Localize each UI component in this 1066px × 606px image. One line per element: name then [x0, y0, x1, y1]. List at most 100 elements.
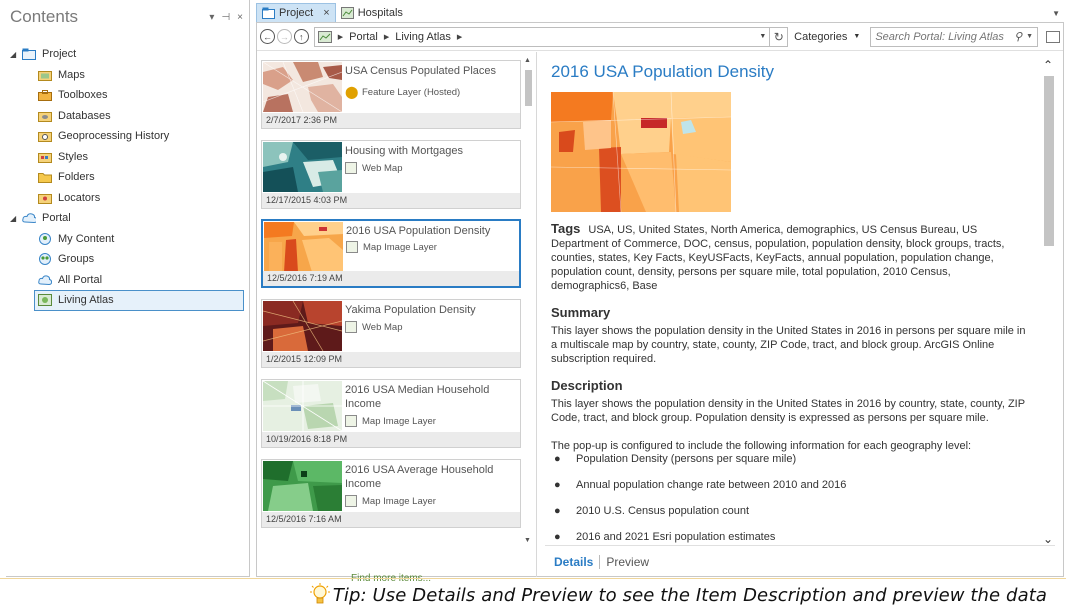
close-tab-icon[interactable]: × — [323, 7, 329, 19]
tree-item-label: Locators — [58, 191, 101, 204]
gallery-item[interactable]: Yakima Population Density Web Map 1/2/20… — [261, 299, 521, 368]
item-type: ⬤ Feature Layer (Hosted) — [345, 86, 460, 98]
list-item: ● 2016 and 2021 Esri population estimates — [554, 531, 776, 543]
scroll-up-icon[interactable]: ▲ — [524, 57, 531, 64]
project-folder-icon — [22, 48, 36, 61]
tree-item-label: Groups — [58, 253, 95, 266]
item-thumbnail — [264, 222, 343, 272]
tree-item-living-atlas[interactable]: Living Atlas — [34, 290, 244, 311]
item-type: Map Image Layer — [346, 241, 437, 253]
gallery-item[interactable]: Housing with Mortgages Web Map 12/17/201… — [261, 140, 521, 209]
groups-icon — [38, 253, 52, 266]
gallery-item-selected[interactable]: 2016 USA Population Density Map Image La… — [261, 219, 521, 288]
items-gallery: USA Census Populated Places ⬤ Feature La… — [257, 52, 537, 584]
tree-item-label: Styles — [58, 150, 88, 163]
tree-item-label: Project — [42, 48, 77, 61]
tip-bar: Tip: Use Details and Preview to see the … — [0, 578, 1066, 606]
tabs-overflow-icon[interactable]: ▼ — [1052, 9, 1060, 22]
search-icon[interactable]: ⚲ — [1014, 30, 1022, 43]
details-pane-toggle-icon[interactable] — [1046, 30, 1061, 43]
pane-menu-icon[interactable]: ▾ — [209, 12, 214, 23]
details-tabs: Details Preview — [545, 545, 1055, 577]
up-button[interactable]: ↑ — [293, 29, 309, 44]
list-item: ● Population Density (persons per square … — [554, 453, 797, 465]
item-title: 2016 USA Median Household Income — [345, 384, 490, 410]
location-bar[interactable]: ▶ Portal ▶ Living Atlas ▶ ▼ — [313, 26, 771, 47]
expand-caret-icon[interactable]: ◢ — [10, 214, 22, 223]
item-date: 12/17/2015 4:03 PM — [262, 193, 520, 208]
web-map-icon — [345, 321, 357, 333]
scroll-up-icon[interactable]: ⌃ — [1043, 58, 1053, 72]
item-title: 2016 USA Average Household Income — [345, 464, 494, 490]
tree-item-portal[interactable]: ◢ Portal — [6, 208, 249, 229]
tree-item-locators[interactable]: Locators — [6, 188, 249, 209]
scrollbar-thumb[interactable] — [525, 70, 532, 106]
scroll-down-icon[interactable]: ▼ — [524, 537, 531, 544]
summary-section: Summary This layer shows the population … — [551, 305, 1031, 366]
contents-pane: Contents ▾ ⊣ × ◢ Project Maps Toolboxes Data… — [6, 0, 250, 577]
tab-details[interactable]: Details — [554, 555, 593, 569]
summary-heading: Summary — [551, 305, 611, 320]
item-type-label: Feature Layer (Hosted) — [362, 86, 461, 98]
map-image-layer-icon — [346, 241, 358, 253]
feature-layer-icon: ⬤ — [345, 85, 359, 99]
tab-hospitals[interactable]: Hospitals — [336, 3, 408, 22]
tab-project[interactable]: Project × — [256, 3, 336, 22]
tree-item-folders[interactable]: Folders — [6, 167, 249, 188]
tree-item-my-content[interactable]: My Content — [6, 229, 249, 250]
all-portal-cloud-icon — [38, 274, 52, 286]
gallery-item[interactable]: 2016 USA Median Household Income Map Ima… — [261, 379, 521, 448]
gallery-item[interactable]: 2016 USA Average Household Income Map Im… — [261, 459, 521, 528]
back-button[interactable]: ← — [260, 29, 275, 44]
tree-item-label: Living Atlas — [58, 294, 114, 307]
item-date: 12/5/2016 7:16 AM — [262, 512, 520, 527]
project-tab-icon — [262, 7, 275, 19]
summary-text: This layer shows the population density … — [551, 325, 1026, 365]
item-date: 2/7/2017 2:36 PM — [262, 113, 520, 128]
my-content-icon — [38, 232, 52, 245]
tree-item-toolboxes[interactable]: Toolboxes — [6, 85, 249, 106]
tree-item-all-portal[interactable]: All Portal — [6, 270, 249, 291]
tree-item-styles[interactable]: Styles — [6, 147, 249, 168]
item-thumbnail — [263, 381, 342, 431]
close-pane-icon[interactable]: × — [237, 12, 243, 23]
tree-item-label: All Portal — [58, 273, 103, 286]
tree-item-label: Geoprocessing History — [58, 130, 170, 143]
refresh-button[interactable]: ↻ — [770, 26, 789, 47]
breadcrumb-living-atlas[interactable]: Living Atlas — [395, 31, 451, 43]
gallery-scrollbar[interactable]: ▲ ▼ — [524, 57, 533, 544]
list-item-text: 2010 U.S. Census population count — [576, 505, 750, 517]
expand-caret-icon[interactable]: ◢ — [10, 50, 22, 59]
description-text: This layer shows the population density … — [551, 398, 1025, 424]
scroll-down-icon[interactable]: ⌄ — [1043, 532, 1053, 546]
search-input[interactable] — [875, 30, 1011, 43]
gallery-item[interactable]: USA Census Populated Places ⬤ Feature La… — [261, 60, 521, 129]
tab-preview[interactable]: Preview — [606, 555, 649, 569]
details-scrollbar[interactable]: ⌃ ⌄ — [1043, 58, 1055, 546]
auto-hide-pin-icon[interactable]: ⊣ — [221, 12, 230, 23]
scrollbar-thumb[interactable] — [1044, 76, 1054, 246]
search-options-icon[interactable]: ▼ — [1026, 33, 1033, 40]
web-map-icon — [345, 162, 357, 174]
tree-item-groups[interactable]: Groups — [6, 249, 249, 270]
tab-project-label: Project — [279, 7, 314, 19]
item-type-label: Web Map — [362, 162, 403, 174]
tree-item-project[interactable]: ◢ Project — [6, 44, 249, 65]
search-box[interactable]: ⚲ ▼ — [870, 26, 1039, 47]
tree-item-geoprocessing-history[interactable]: Geoprocessing History — [6, 126, 249, 147]
tree-item-maps[interactable]: Maps — [6, 65, 249, 86]
item-type: Web Map — [345, 321, 402, 333]
location-dropdown-icon[interactable]: ▼ — [759, 33, 766, 40]
tags-heading: Tags — [551, 221, 581, 236]
view-tabs: Project × Hospitals ▼ — [256, 2, 1066, 22]
categories-dropdown[interactable]: Categories ▼ — [794, 31, 860, 43]
tab-hospitals-label: Hospitals — [357, 6, 403, 19]
list-item: ● 2010 U.S. Census population count — [554, 505, 750, 517]
list-item-text: Population Density (persons per square m… — [576, 453, 797, 465]
item-type: Map Image Layer — [345, 415, 436, 427]
breadcrumb-portal[interactable]: Portal — [349, 31, 378, 43]
breadcrumb-separator-icon: ▶ — [456, 33, 463, 41]
item-type-label: Map Image Layer — [362, 415, 436, 427]
tree-item-databases[interactable]: Databases — [6, 106, 249, 127]
forward-button[interactable]: → — [276, 29, 292, 44]
